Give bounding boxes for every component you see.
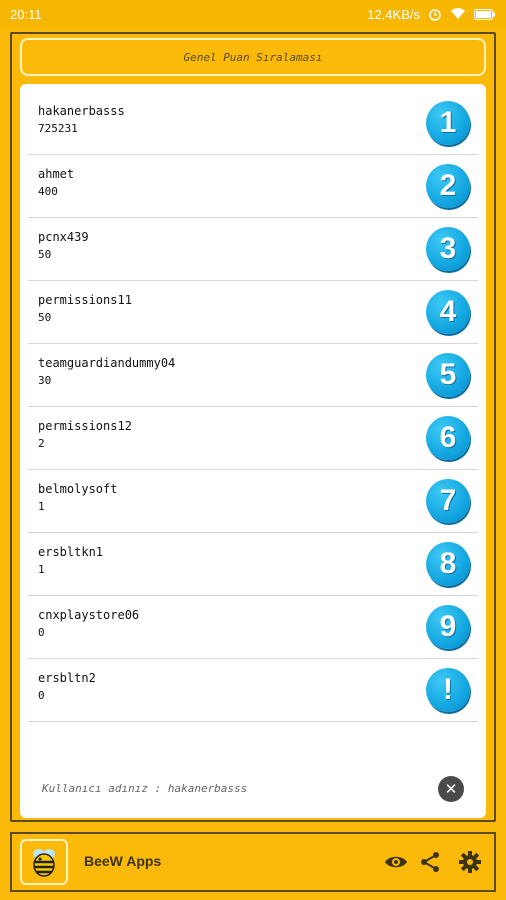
status-time: 20:11 — [10, 6, 42, 22]
app-logo[interactable] — [20, 839, 68, 885]
player-score: 0 — [38, 626, 45, 639]
player-name: hakanerbasss — [38, 104, 125, 118]
player-name: ersbltkn1 — [38, 545, 104, 559]
player-name: belmolysoft — [38, 482, 118, 496]
status-bar: 20:11 12,4KB/s — [0, 0, 506, 28]
player-name: teamguardiandummy04 — [38, 356, 176, 370]
battery-icon — [474, 8, 495, 20]
player-name: permissions12 — [38, 419, 132, 433]
bottom-bar: BeeW Apps — [10, 832, 496, 892]
player-score: 2 — [38, 437, 45, 450]
page-title: Genel Puan Sıralaması — [20, 38, 486, 76]
rank-badge: 4 — [426, 290, 470, 334]
bee-icon — [33, 849, 55, 877]
list-item[interactable]: pcnx439 50 3 — [28, 218, 478, 281]
player-score: 50 — [38, 311, 52, 324]
list-item[interactable]: cnxplaystore06 0 9 — [28, 596, 478, 659]
rank-badge: 7 — [426, 479, 470, 523]
close-button[interactable]: ✕ — [438, 776, 464, 802]
player-score: 400 — [38, 185, 58, 198]
eye-icon[interactable] — [384, 850, 408, 874]
share-icon[interactable] — [418, 850, 442, 874]
status-right: 12,4KB/s — [367, 7, 496, 22]
alarm-icon — [429, 9, 441, 21]
rank-badge: 3 — [426, 227, 470, 271]
player-score: 30 — [38, 374, 52, 387]
player-name: ahmet — [38, 167, 75, 181]
leaderboard-list: hakanerbasss 725231 1 ahmet 400 2 pcnx43… — [28, 92, 478, 722]
list-item[interactable]: permissions11 50 4 — [28, 281, 478, 344]
list-item[interactable]: teamguardiandummy04 30 5 — [28, 344, 478, 407]
list-item[interactable]: hakanerbasss 725231 1 — [28, 92, 478, 155]
player-score: 0 — [38, 689, 45, 702]
gear-icon[interactable] — [458, 850, 482, 874]
player-score: 50 — [38, 248, 52, 261]
player-name: permissions11 — [38, 293, 132, 307]
list-item[interactable]: belmolysoft 1 7 — [28, 470, 478, 533]
username-label: Kullanıcı adınız : hakanerbasss — [42, 782, 248, 795]
list-item[interactable]: ahmet 400 2 — [28, 155, 478, 218]
rank-badge: 5 — [426, 353, 470, 397]
player-name: cnxplaystore06 — [38, 608, 140, 622]
rank-badge: 9 — [426, 605, 470, 649]
app-name: BeeW Apps — [84, 853, 162, 869]
close-icon: ✕ — [444, 780, 458, 798]
rank-badge: 2 — [426, 164, 470, 208]
rank-badge: 6 — [426, 416, 470, 460]
list-item[interactable]: ersbltn2 0 ! — [28, 659, 478, 722]
list-item[interactable]: ersbltkn1 1 8 — [28, 533, 478, 596]
leaderboard-card: hakanerbasss 725231 1 ahmet 400 2 pcnx43… — [20, 84, 486, 818]
rank-badge: 1 — [426, 101, 470, 145]
player-score: 1 — [38, 563, 45, 576]
player-score: 1 — [38, 500, 45, 513]
player-name: pcnx439 — [38, 230, 89, 244]
rank-badge: ! — [426, 668, 470, 712]
network-speed: 12,4KB/s — [367, 6, 420, 22]
list-item[interactable]: permissions12 2 6 — [28, 407, 478, 470]
wifi-icon — [451, 8, 465, 19]
player-name: ersbltn2 — [38, 671, 96, 685]
player-score: 725231 — [38, 122, 78, 135]
rank-badge: 8 — [426, 542, 470, 586]
